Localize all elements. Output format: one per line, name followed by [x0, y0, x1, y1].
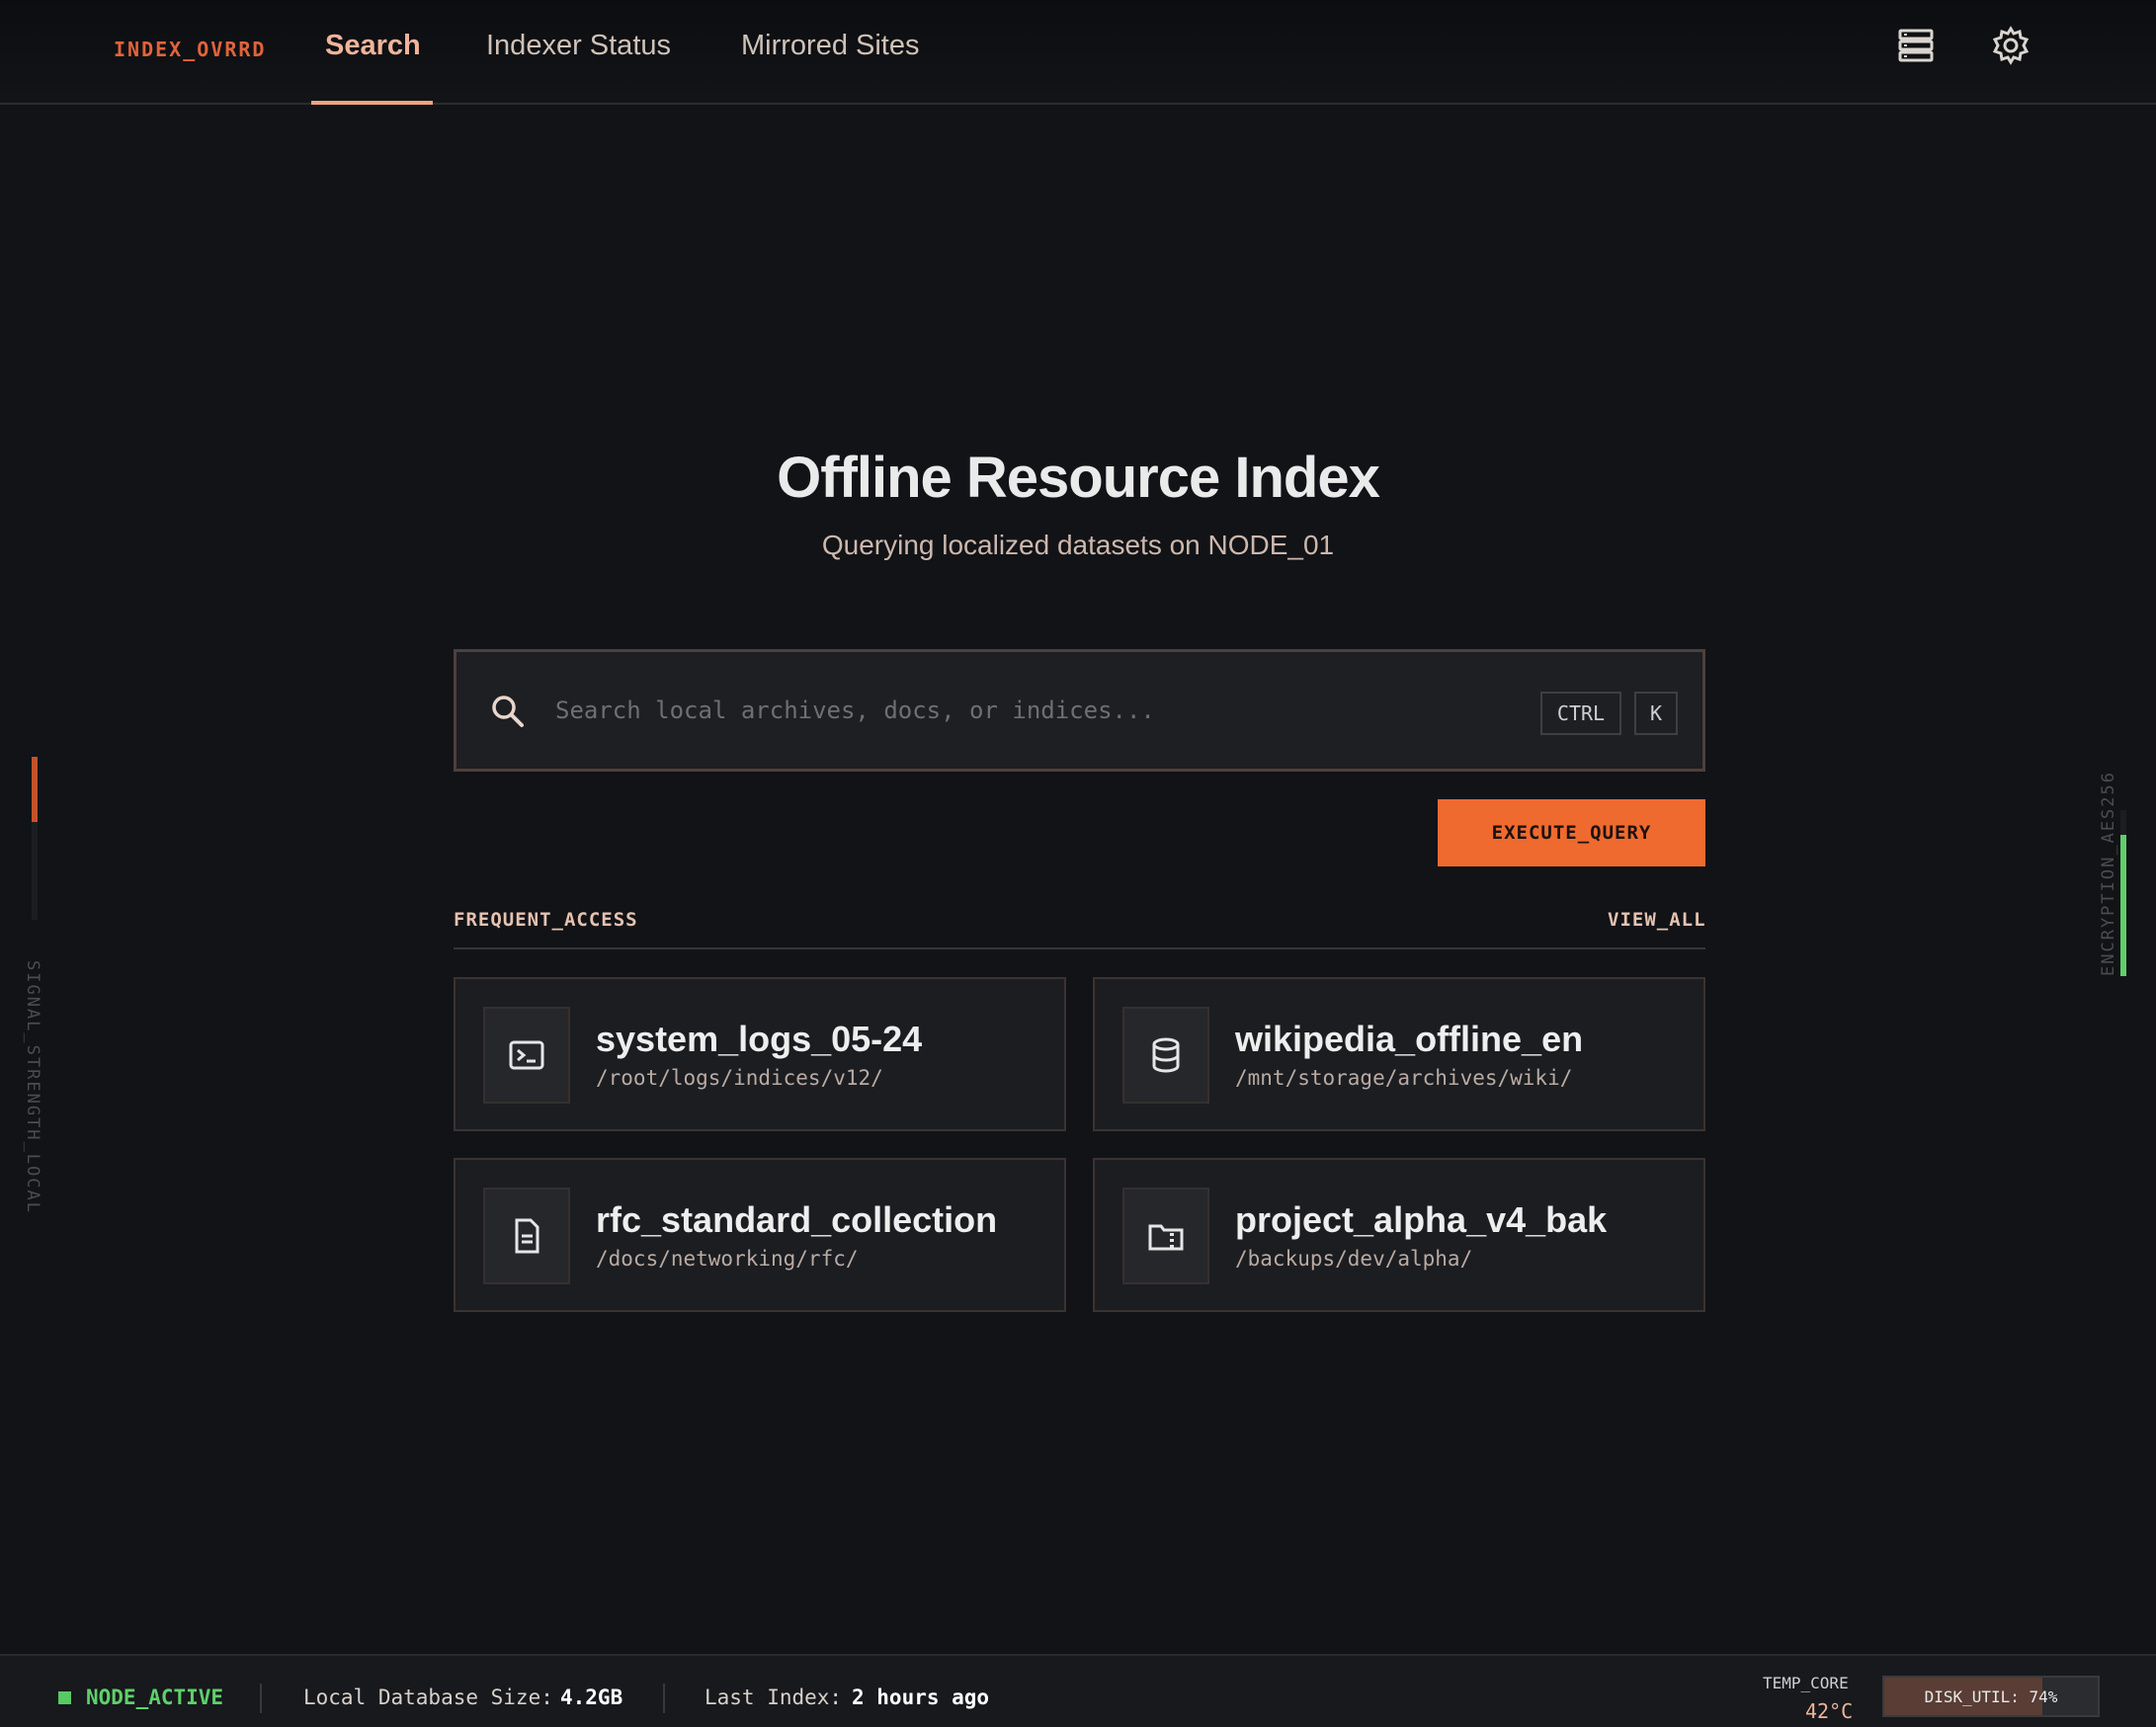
card-path: /mnt/storage/archives/wiki/	[1235, 1066, 1573, 1090]
card-path: /root/logs/indices/v12/	[596, 1066, 883, 1090]
resource-card-rfc[interactable]: rfc_standard_collection /docs/networking…	[454, 1158, 1066, 1312]
status-footer: NODE_ACTIVE Local Database Size: 4.2GB L…	[0, 1654, 2156, 1727]
section-divider	[454, 947, 1705, 949]
tab-search[interactable]: Search	[325, 30, 421, 62]
brand-logo[interactable]: INDEX_OVRRD	[114, 38, 266, 61]
temp-core-value: 42°C	[1805, 1699, 1854, 1723]
document-icon	[483, 1188, 570, 1284]
card-title: rfc_standard_collection	[596, 1199, 998, 1240]
last-index-value: 2 hours ago	[852, 1686, 990, 1709]
card-title: project_alpha_v4_bak	[1235, 1199, 1608, 1240]
active-tab-indicator	[311, 101, 433, 105]
encryption-label: ENCRYPTION_AES256	[2099, 771, 2118, 976]
footer-divider	[260, 1684, 262, 1713]
db-size-value: 4.2GB	[560, 1686, 623, 1709]
shortcut-key-k: K	[1634, 692, 1678, 735]
storage-list-icon[interactable]	[1894, 24, 1938, 67]
card-title: system_logs_05-24	[596, 1019, 923, 1059]
execute-query-button[interactable]: EXECUTE_QUERY	[1438, 799, 1705, 866]
tab-mirrored-sites[interactable]: Mirrored Sites	[741, 30, 920, 62]
settings-gear-icon[interactable]	[1989, 24, 2032, 67]
resource-card-project-alpha[interactable]: project_alpha_v4_bak /backups/dev/alpha/	[1093, 1158, 1705, 1312]
search-icon	[488, 692, 528, 731]
encryption-fill	[2120, 835, 2126, 976]
shortcut-key-ctrl: CTRL	[1540, 692, 1621, 735]
terminal-icon	[483, 1007, 570, 1104]
node-status: NODE_ACTIVE	[86, 1686, 224, 1709]
frequent-access-heading: FREQUENT_ACCESS	[454, 909, 638, 931]
database-icon	[1122, 1007, 1209, 1104]
page-title: Offline Resource Index	[777, 446, 1380, 510]
search-input[interactable]	[555, 680, 1504, 741]
resource-card-wikipedia[interactable]: wikipedia_offline_en /mnt/storage/archiv…	[1093, 977, 1705, 1131]
page-subtitle: Querying localized datasets on NODE_01	[821, 530, 1335, 560]
view-all-link[interactable]: VIEW_ALL	[1608, 909, 1706, 931]
tab-indexer-status[interactable]: Indexer Status	[486, 30, 671, 62]
temp-core-label: TEMP_CORE	[1763, 1674, 1849, 1692]
signal-strength-fill	[32, 757, 38, 822]
card-title: wikipedia_offline_en	[1235, 1019, 1584, 1059]
db-size-label: Local Database Size:	[303, 1686, 553, 1709]
disk-util-label: DISK_UTIL: 74%	[1924, 1686, 2058, 1706]
top-nav-bar: INDEX_OVRRD Search Indexer Status Mirror…	[0, 0, 2156, 105]
archive-folder-icon	[1122, 1188, 1209, 1284]
resource-card-system-logs[interactable]: system_logs_05-24 /root/logs/indices/v12…	[454, 977, 1066, 1131]
card-path: /docs/networking/rfc/	[596, 1247, 859, 1271]
card-path: /backups/dev/alpha/	[1235, 1247, 1473, 1271]
last-index-label: Last Index:	[705, 1686, 843, 1709]
signal-strength-label: SIGNAL_STRENGTH_LOCAL	[23, 960, 42, 1214]
disk-util-bar: DISK_UTIL: 74%	[1882, 1676, 2100, 1717]
search-container: CTRL K	[454, 649, 1705, 772]
status-indicator-icon	[58, 1691, 71, 1704]
footer-divider	[663, 1684, 665, 1713]
